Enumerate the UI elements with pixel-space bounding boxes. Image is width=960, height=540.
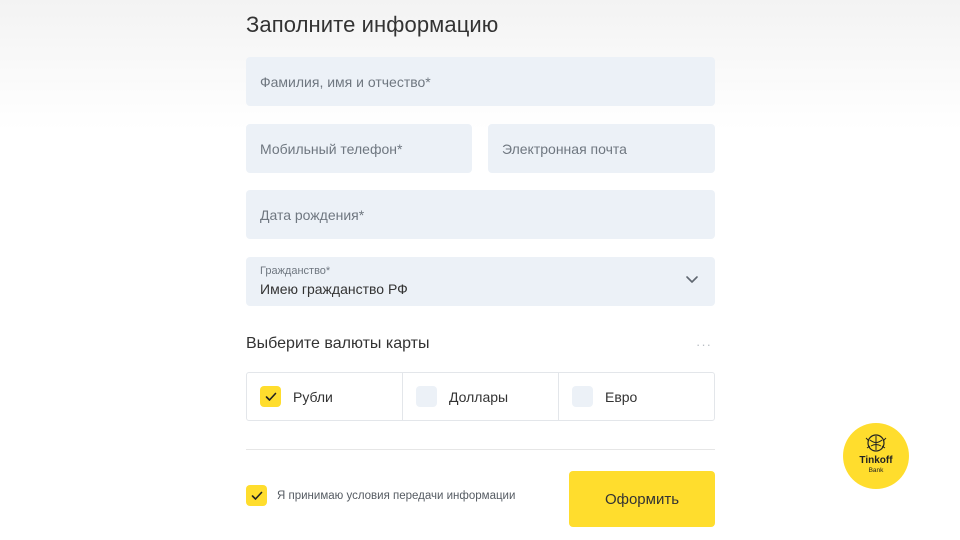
currency-section-title: Выберите валюты карты: [246, 335, 430, 352]
coat-of-arms-icon: [865, 434, 887, 452]
currency-option-eur[interactable]: Евро: [558, 373, 714, 420]
consent-label: Я принимаю условия передачи информации: [277, 489, 516, 502]
birthdate-placeholder: Дата рождения*: [260, 206, 365, 223]
birthdate-field[interactable]: Дата рождения*: [246, 190, 715, 239]
checkbox-checked-icon[interactable]: [246, 485, 267, 506]
full-name-placeholder: Фамилия, имя и отчество*: [260, 73, 431, 90]
chevron-down-icon: [686, 276, 698, 283]
phone-field[interactable]: Мобильный телефон*: [246, 124, 472, 173]
logo-sub: Bank: [868, 467, 884, 474]
currency-label: Доллары: [449, 388, 509, 405]
checkbox-checked-icon[interactable]: [260, 386, 281, 407]
divider: [246, 449, 715, 450]
citizenship-select[interactable]: Гражданство* Имею гражданство РФ: [246, 257, 715, 306]
phone-placeholder: Мобильный телефон*: [260, 140, 403, 157]
submit-button[interactable]: Оформить: [569, 471, 715, 527]
currency-option-rub[interactable]: Рубли: [247, 373, 402, 420]
email-placeholder: Электронная почта: [502, 140, 627, 157]
citizenship-label: Гражданство*: [260, 265, 331, 277]
checkbox-icon[interactable]: [572, 386, 593, 407]
email-field[interactable]: Электронная почта: [488, 124, 715, 173]
currency-options: Рубли Доллары Евро: [246, 372, 715, 421]
tinkoff-logo: Tinkoff Bank: [843, 423, 909, 489]
currency-option-usd[interactable]: Доллары: [402, 373, 558, 420]
currency-label: Рубли: [293, 388, 333, 405]
currency-label: Евро: [605, 388, 638, 405]
consent-checkbox[interactable]: Я принимаю условия передачи информации: [246, 485, 515, 506]
citizenship-value: Имею гражданство РФ: [260, 281, 408, 297]
more-icon[interactable]: ···: [696, 337, 712, 352]
page-title: Заполните информацию: [246, 12, 499, 37]
full-name-field[interactable]: Фамилия, имя и отчество*: [246, 57, 715, 106]
logo-name: Tinkoff: [859, 455, 893, 466]
checkbox-icon[interactable]: [416, 386, 437, 407]
